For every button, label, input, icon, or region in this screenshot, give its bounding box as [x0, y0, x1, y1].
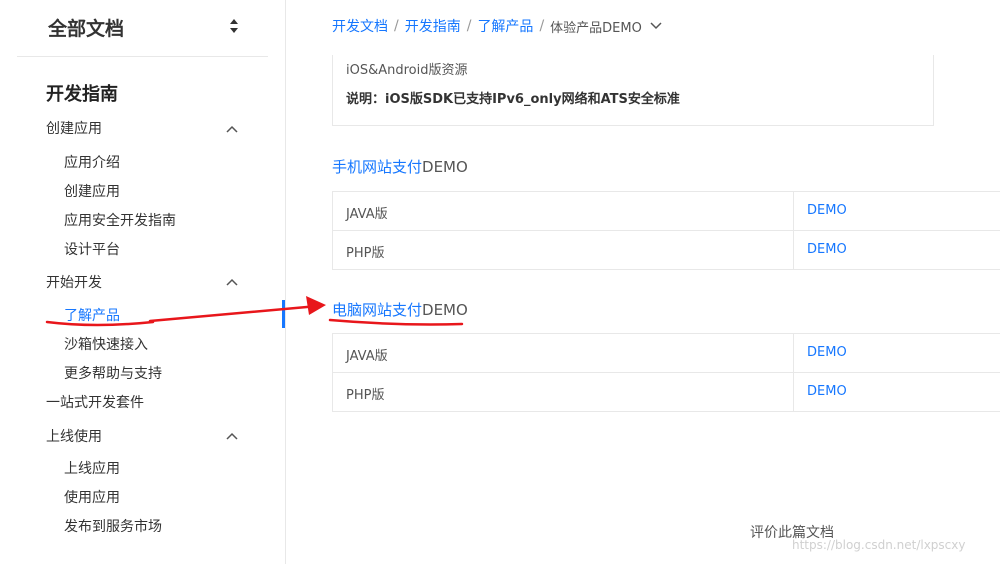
demo-link[interactable]: DEMO: [807, 242, 847, 257]
row-name: PHP版: [346, 388, 385, 403]
sidebar-item-sandbox[interactable]: 沙箱快速接入: [64, 334, 148, 354]
breadcrumb-current[interactable]: 体验产品DEMO: [550, 17, 642, 36]
section-pc-pay-title: 电脑网站支付DEMO: [332, 299, 468, 320]
demo-link[interactable]: DEMO: [807, 384, 847, 399]
sidebar-group-start-dev[interactable]: 开始开发: [46, 272, 102, 292]
resources-box: iOS&Android版资源 说明：iOS版SDK已支持IPv6_only网络和…: [332, 55, 934, 126]
section-title-link[interactable]: 手机网站支付: [332, 158, 422, 176]
breadcrumb-separator: /: [466, 18, 472, 34]
resources-title: iOS&Android版资源: [346, 63, 468, 78]
breadcrumb-dev-docs[interactable]: 开发文档: [332, 16, 388, 36]
sidebar-item-publish-market[interactable]: 发布到服务市场: [64, 516, 162, 536]
table-row: PHP版 DEMO: [333, 373, 1000, 411]
section-title-suffix: DEMO: [422, 301, 468, 319]
active-indicator: [282, 300, 285, 328]
sidebar-item-create-app[interactable]: 创建应用: [64, 181, 120, 201]
chevron-up-icon[interactable]: [226, 125, 238, 133]
sidebar-item-understand-product[interactable]: 了解产品: [64, 305, 120, 325]
chevron-up-icon[interactable]: [226, 432, 238, 440]
demo-link[interactable]: DEMO: [807, 345, 847, 360]
table-row: JAVA版 DEMO: [333, 334, 1000, 373]
section-title-link[interactable]: 电脑网站支付: [332, 301, 422, 319]
all-docs-title: 全部文档: [48, 18, 125, 40]
section-mobile-pay-title: 手机网站支付DEMO: [332, 156, 468, 177]
table-row: PHP版 DEMO: [333, 231, 1000, 269]
row-name: JAVA版: [346, 207, 388, 222]
sidebar-item-use-app[interactable]: 使用应用: [64, 487, 120, 507]
resources-note: 说明：iOS版SDK已支持IPv6_only网络和ATS安全标准: [346, 92, 680, 107]
sidebar-item-more-help[interactable]: 更多帮助与支持: [64, 363, 162, 383]
demo-table-mobile: JAVA版 DEMO PHP版 DEMO: [332, 191, 1000, 270]
sidebar-group-create-app[interactable]: 创建应用: [46, 118, 102, 138]
breadcrumb-separator: /: [539, 18, 545, 34]
section-title: 开发指南: [46, 84, 118, 105]
sidebar-item-design-platform[interactable]: 设计平台: [64, 239, 120, 259]
breadcrumb-separator: /: [394, 18, 399, 34]
row-name: PHP版: [346, 246, 385, 261]
breadcrumb-dev-guide[interactable]: 开发指南: [405, 16, 461, 36]
chevron-up-icon[interactable]: [226, 278, 238, 286]
breadcrumb: 开发文档 / 开发指南 / 了解产品 / 体验产品DEMO: [332, 16, 662, 36]
sidebar-group-go-live[interactable]: 上线使用: [46, 426, 102, 446]
section-title-suffix: DEMO: [422, 158, 468, 176]
watermark: https://blog.csdn.net/lxpscxy: [792, 538, 966, 552]
demo-link[interactable]: DEMO: [807, 203, 847, 218]
sidebar-header[interactable]: 全部文档: [17, 0, 268, 57]
demo-table-pc: JAVA版 DEMO PHP版 DEMO: [332, 333, 1000, 412]
breadcrumb-understand-product[interactable]: 了解产品: [477, 16, 533, 36]
sort-icon[interactable]: [229, 18, 239, 34]
sidebar-item-app-intro[interactable]: 应用介绍: [64, 152, 120, 172]
sidebar-group-devkit[interactable]: 一站式开发套件: [46, 392, 144, 412]
table-row: JAVA版 DEMO: [333, 192, 1000, 231]
sidebar: 全部文档 开发指南 创建应用 应用介绍 创建应用 应用安全开发指南 设计平台 开…: [0, 0, 286, 564]
row-name: JAVA版: [346, 349, 388, 364]
sidebar-item-launch-app[interactable]: 上线应用: [64, 458, 120, 478]
sidebar-item-app-security[interactable]: 应用安全开发指南: [64, 210, 176, 230]
chevron-down-icon[interactable]: [650, 22, 662, 30]
